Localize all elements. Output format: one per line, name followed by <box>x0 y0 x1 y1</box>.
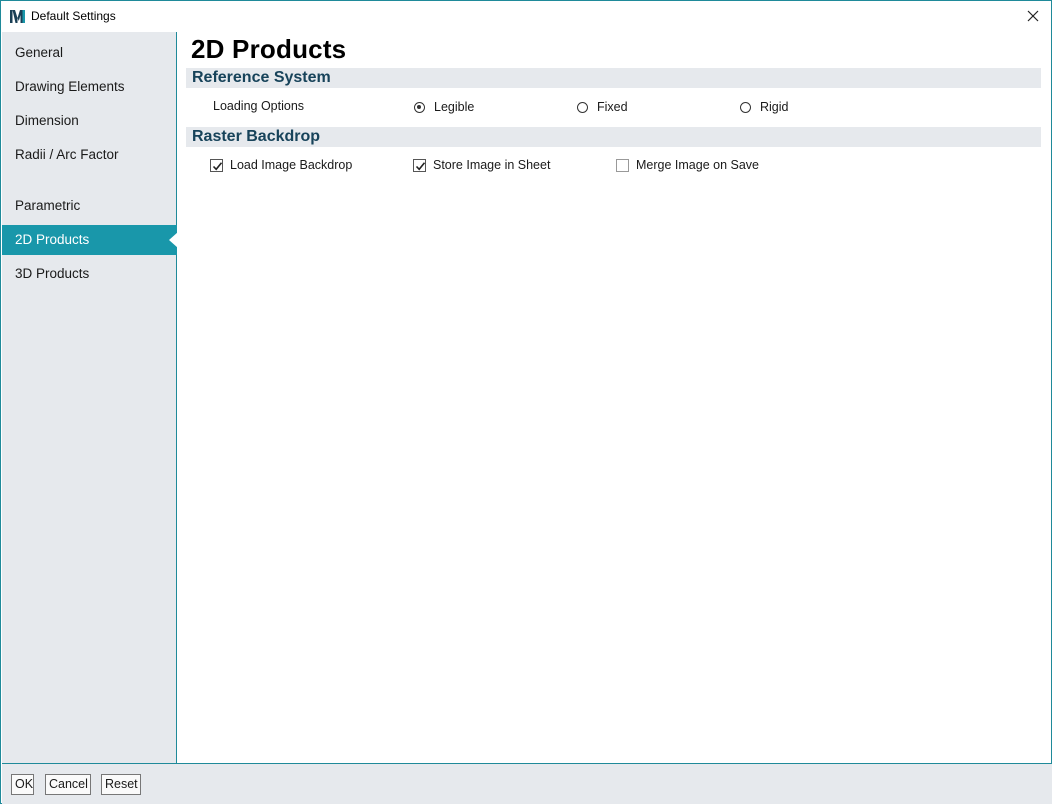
ok-button[interactable]: OK <box>11 774 34 795</box>
sidebar-item-drawing-elements[interactable]: Drawing Elements <box>2 72 177 102</box>
radio-rigid[interactable]: Rigid <box>740 100 789 114</box>
checkbox-merge-image-on-save[interactable]: Merge Image on Save <box>616 158 759 172</box>
app-logo-icon <box>10 9 25 24</box>
section-heading: Reference System <box>192 69 331 86</box>
sidebar-item-parametric[interactable]: Parametric <box>2 191 177 221</box>
radio-indicator <box>577 101 588 113</box>
radio-indicator <box>414 101 425 113</box>
section-raster-backdrop: Raster Backdrop <box>186 127 1041 147</box>
settings-window: Default Settings General Drawing Element… <box>0 0 1052 804</box>
title-bar: Default Settings <box>1 1 1051 32</box>
radio-label: Rigid <box>760 100 789 114</box>
loading-options-label: Loading Options <box>213 99 305 113</box>
sidebar-item-3d-products[interactable]: 3D Products <box>2 259 177 289</box>
checkbox-indicator <box>210 158 223 172</box>
sidebar-item-radii-arc-factor[interactable]: Radii / Arc Factor <box>2 140 177 170</box>
close-button[interactable] <box>1021 5 1045 27</box>
checkbox-label: Load Image Backdrop <box>230 158 353 172</box>
sidebar-item-2d-products[interactable]: 2D Products <box>2 225 178 255</box>
checkbox-load-image-backdrop[interactable]: Load Image Backdrop <box>210 158 352 172</box>
checkmark-icon <box>415 161 426 171</box>
settings-content: 2D Products Reference System Loading Opt… <box>178 32 1051 763</box>
radio-label: Fixed <box>597 100 628 114</box>
checkbox-store-image-in-sheet[interactable]: Store Image in Sheet <box>413 158 550 172</box>
radio-indicator <box>740 101 751 113</box>
radio-legible[interactable]: Legible <box>414 100 474 114</box>
reset-button[interactable]: Reset <box>101 774 141 795</box>
settings-sidebar: General Drawing Elements Dimension Radii… <box>2 32 178 763</box>
page-title: 2D Products <box>191 34 347 64</box>
window-title: Default Settings <box>31 9 116 23</box>
checkbox-label: Store Image in Sheet <box>433 158 551 172</box>
sidebar-item-general[interactable]: General <box>2 38 177 68</box>
radio-label: Legible <box>434 100 475 114</box>
radio-fixed[interactable]: Fixed <box>577 100 628 114</box>
section-reference-system: Reference System <box>186 68 1041 88</box>
cancel-button[interactable]: Cancel <box>45 774 91 795</box>
dialog-footer: OK Cancel Reset <box>2 763 1052 804</box>
checkmark-icon <box>212 161 223 171</box>
checkbox-indicator <box>413 158 426 172</box>
close-icon <box>1027 10 1039 22</box>
sidebar-item-dimension[interactable]: Dimension <box>2 106 177 136</box>
checkbox-indicator <box>616 158 629 172</box>
section-heading: Raster Backdrop <box>192 128 321 145</box>
checkbox-label: Merge Image on Save <box>636 158 759 172</box>
